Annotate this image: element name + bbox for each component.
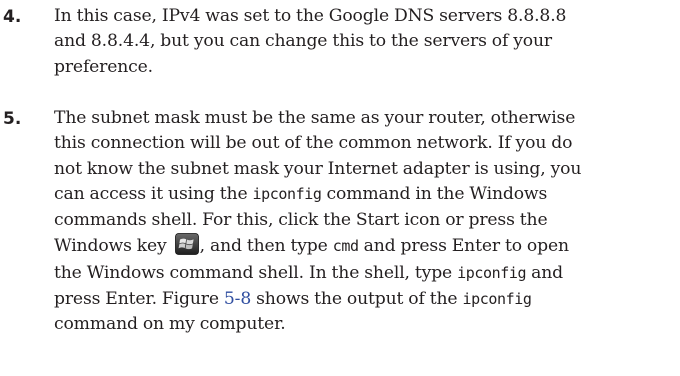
step-number: 5.: [3, 109, 22, 129]
text-line: preference.: [54, 56, 153, 77]
text-line: can access it using the ipconfig command…: [54, 182, 680, 207]
inline-code: ipconfig: [252, 185, 322, 204]
text-run: can access it using the: [54, 184, 253, 205]
text-line: this connection will be out of the commo…: [54, 133, 573, 154]
inline-code: ipconfig: [462, 289, 532, 308]
text-line: and 8.8.4.4, but you can change this to …: [54, 31, 552, 52]
step-text: The subnet mask must be the same as your…: [54, 106, 680, 338]
document-page: 4. In this case, IPv4 was set to the Goo…: [0, 0, 680, 376]
text-line: not know the subnet mask your Internet a…: [54, 158, 582, 179]
text-line: Windows key , and then type cmd and pres…: [54, 233, 680, 258]
inline-code: ipconfig: [457, 264, 527, 283]
text-line: command on my computer.: [54, 314, 286, 335]
text-line: the Windows command shell. In the shell,…: [54, 261, 680, 286]
inline-code: cmd: [332, 236, 359, 255]
text-line: commands shell. For this, click the Star…: [54, 209, 548, 230]
text-run: command in the Windows: [321, 184, 548, 205]
text-line: In this case, IPv4 was set to the Google…: [54, 6, 567, 26]
text-line: press Enter. Figure 5-8 shows the output…: [54, 287, 680, 312]
text-run: shows the output of the: [251, 288, 463, 309]
figure-link[interactable]: 5-8: [224, 289, 251, 309]
text-run: press Enter. Figure: [54, 288, 224, 309]
text-line: The subnet mask must be the same as your…: [54, 108, 576, 128]
text-run: the Windows command shell. In the shell,…: [54, 263, 458, 284]
text-run: , and then type: [199, 235, 333, 256]
step-text: In this case, IPv4 was set to the Google…: [54, 4, 680, 80]
text-run: and: [526, 263, 564, 284]
step-number: 4.: [3, 7, 22, 27]
text-run: Windows key: [54, 235, 172, 256]
windows-logo-key-icon: [174, 233, 199, 255]
text-run: and press Enter to open: [358, 235, 569, 256]
